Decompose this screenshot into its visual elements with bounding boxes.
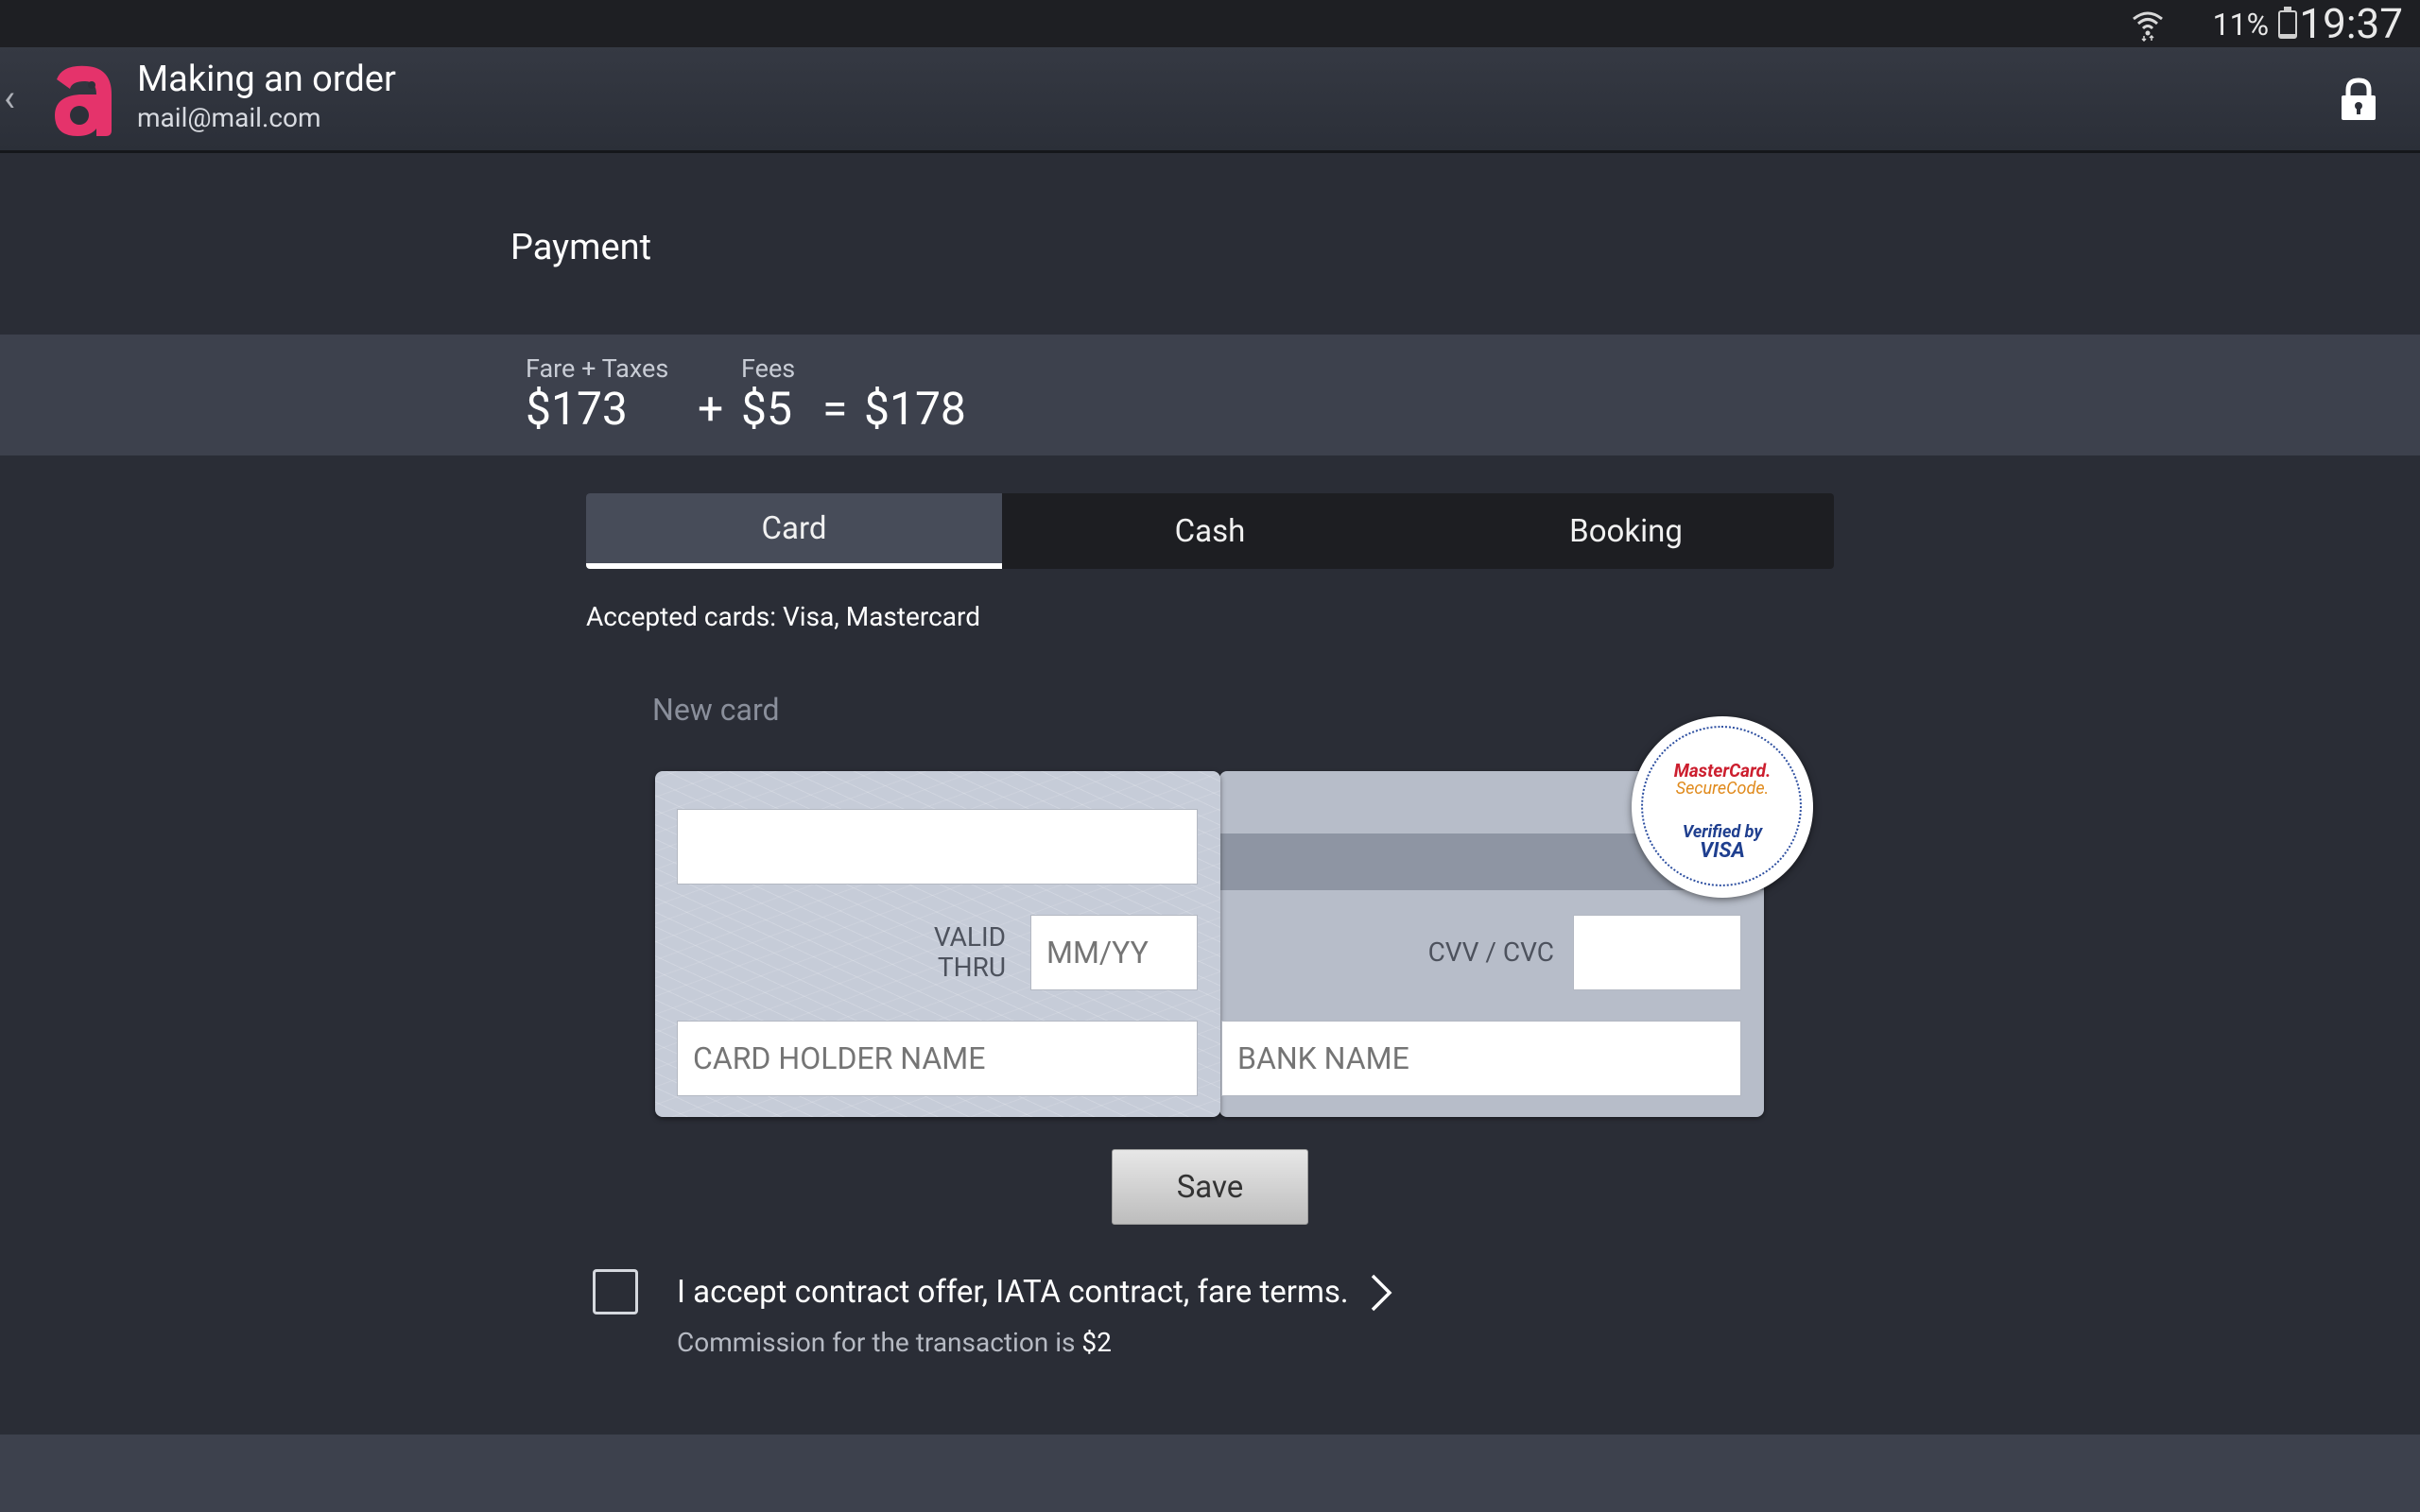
commission-amount: $2 bbox=[1081, 1327, 1112, 1358]
new-card-label: New card bbox=[652, 692, 780, 728]
battery-icon bbox=[2278, 7, 2297, 39]
commission-note: Commission for the transaction is $2 bbox=[677, 1327, 1112, 1358]
price-summary bbox=[0, 335, 2420, 455]
commission-prefix: Commission for the transaction is bbox=[677, 1327, 1082, 1358]
total-value: $178 bbox=[864, 382, 966, 436]
save-button[interactable]: Save bbox=[1112, 1149, 1308, 1225]
valid-thru-line2: THRU bbox=[937, 952, 1006, 983]
tab-cash[interactable]: Cash bbox=[1002, 493, 1418, 569]
back-chevron-icon[interactable]: ‹ bbox=[4, 76, 15, 120]
expiry-input[interactable] bbox=[1030, 915, 1198, 990]
footer-bar bbox=[0, 1435, 2420, 1512]
card-number-input[interactable] bbox=[677, 809, 1198, 885]
tab-booking[interactable]: Booking bbox=[1418, 493, 1834, 569]
section-heading: Payment bbox=[510, 227, 652, 268]
lock-icon[interactable] bbox=[2339, 77, 2378, 121]
status-time: 19:37 bbox=[2299, 0, 2403, 48]
accepted-cards-note: Accepted cards: Visa, Mastercard bbox=[586, 601, 981, 632]
valid-thru-label: VALID THRU bbox=[908, 922, 1006, 983]
plus-sign: + bbox=[698, 382, 724, 436]
wifi-icon bbox=[2133, 11, 2163, 42]
visa-text: VISA bbox=[1700, 839, 1745, 863]
chevron-right-icon[interactable] bbox=[1367, 1272, 1395, 1314]
bank-name-input[interactable] bbox=[1221, 1021, 1741, 1096]
payment-method-tabs: Card Cash Booking bbox=[586, 493, 1834, 569]
app-logo-icon[interactable] bbox=[49, 62, 117, 138]
cvv-input[interactable] bbox=[1573, 915, 1741, 990]
page-title: Making an order bbox=[137, 59, 396, 100]
cardholder-name-input[interactable] bbox=[677, 1021, 1198, 1096]
battery-percentage: 11% bbox=[2212, 7, 2269, 43]
accept-terms-checkbox[interactable] bbox=[593, 1269, 638, 1314]
fees-value: $5 bbox=[741, 382, 792, 436]
secure-payment-badge: MasterCard. SecureCode. Verified by VISA bbox=[1632, 716, 1813, 898]
fees-label: Fees bbox=[741, 353, 796, 384]
equals-sign: = bbox=[822, 382, 848, 436]
account-email: mail@mail.com bbox=[137, 102, 321, 133]
fare-label: Fare + Taxes bbox=[526, 353, 669, 384]
accept-terms-text[interactable]: I accept contract offer, IATA contract, … bbox=[677, 1274, 1349, 1311]
tab-card[interactable]: Card bbox=[586, 493, 1002, 569]
securecode-text: SecureCode. bbox=[1675, 779, 1770, 799]
cvv-label: CVV / CVC bbox=[1427, 936, 1554, 968]
status-bar bbox=[0, 0, 2420, 47]
fare-value: $173 bbox=[526, 382, 628, 436]
valid-thru-line1: VALID bbox=[933, 921, 1006, 953]
